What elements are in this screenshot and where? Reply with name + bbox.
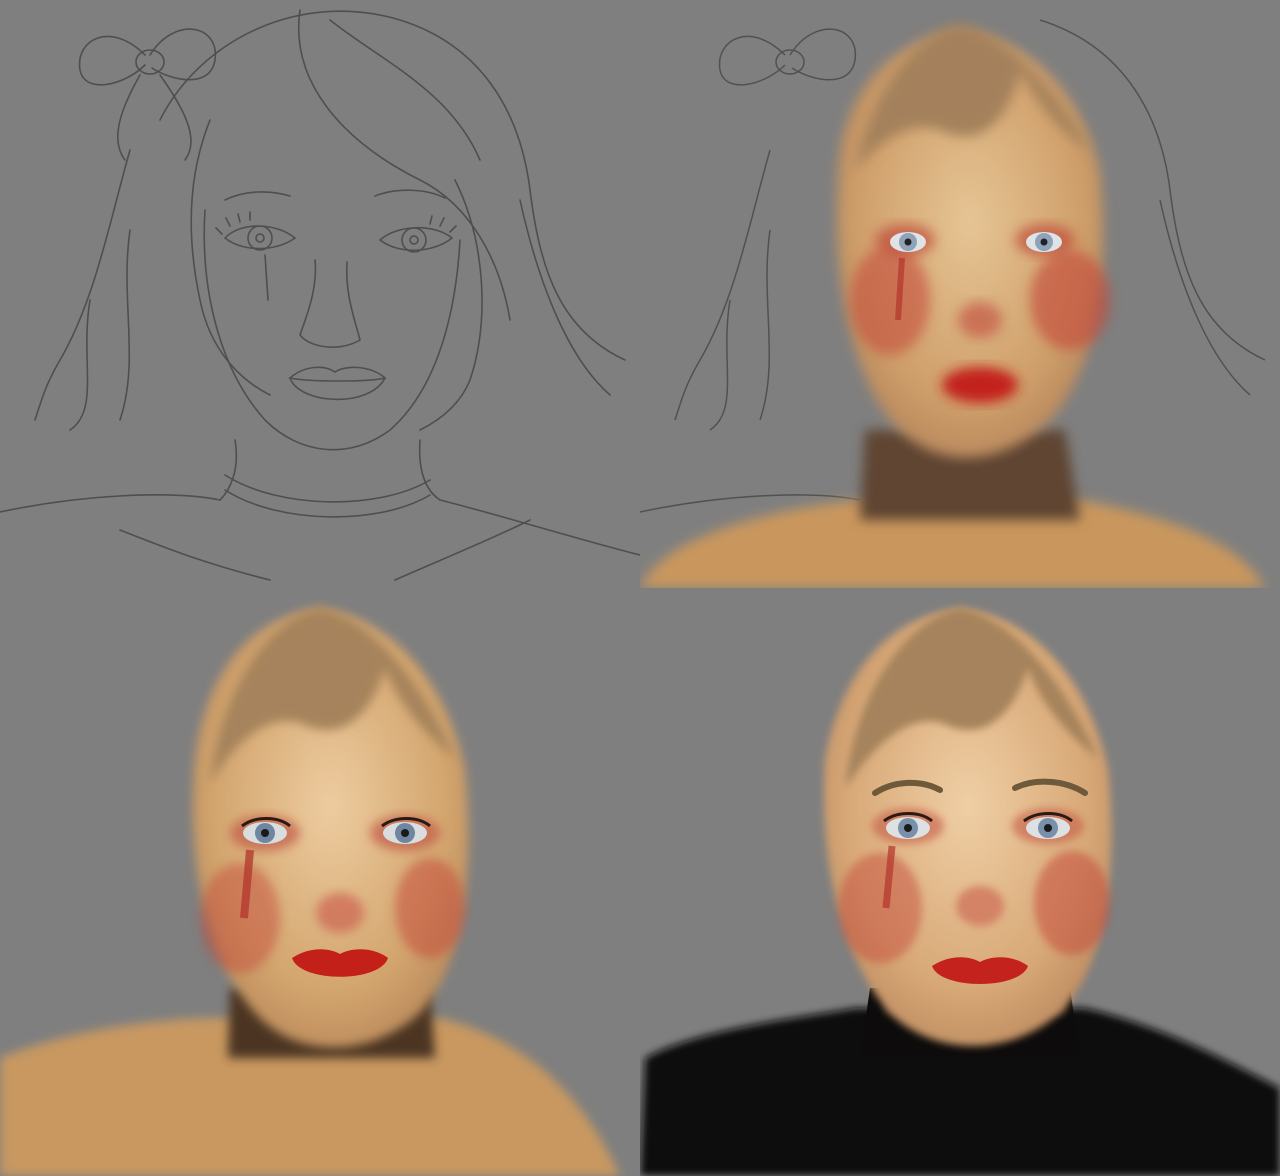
painting-progress-canvas <box>0 0 1280 1176</box>
panel-blockin <box>640 0 1280 588</box>
panel-rendering <box>0 588 640 1176</box>
blockin-painting <box>640 0 1280 588</box>
panel-final <box>640 588 1280 1176</box>
panel-sketch <box>0 0 640 588</box>
sketch-drawing <box>0 0 640 588</box>
rendering-painting <box>0 588 640 1176</box>
final-painting <box>640 588 1280 1176</box>
